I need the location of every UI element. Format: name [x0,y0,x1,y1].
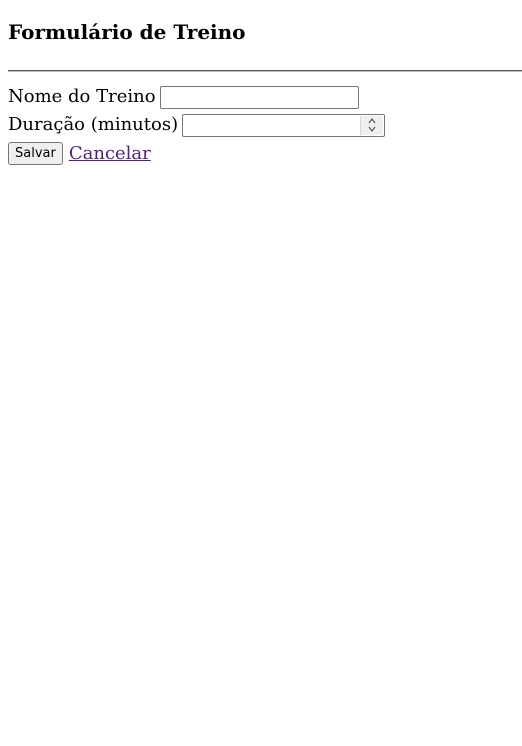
duration-row: Duração (minutos) [8,111,522,139]
duration-field[interactable] [182,113,386,137]
name-row: Nome do Treino [8,83,522,111]
duration-spinner[interactable] [360,115,384,135]
page-title: Formulário de Treino [8,20,246,44]
page: Formulário de Treino Nome do Treino Dura… [8,0,522,165]
form-actions: Salvar Cancelar [8,139,522,167]
name-label: Nome do Treino [8,86,156,107]
cancel-link[interactable]: Cancelar [69,143,151,164]
workout-form: Nome do Treino Duração (minutos) Salvar … [8,83,522,167]
chevron-up-icon[interactable] [368,117,376,125]
name-input[interactable] [159,85,359,109]
duration-input[interactable] [183,114,360,136]
save-button[interactable]: Salvar [8,141,63,165]
divider [8,70,522,72]
duration-label: Duração (minutos) [8,114,179,135]
chevron-down-icon[interactable] [368,125,376,133]
